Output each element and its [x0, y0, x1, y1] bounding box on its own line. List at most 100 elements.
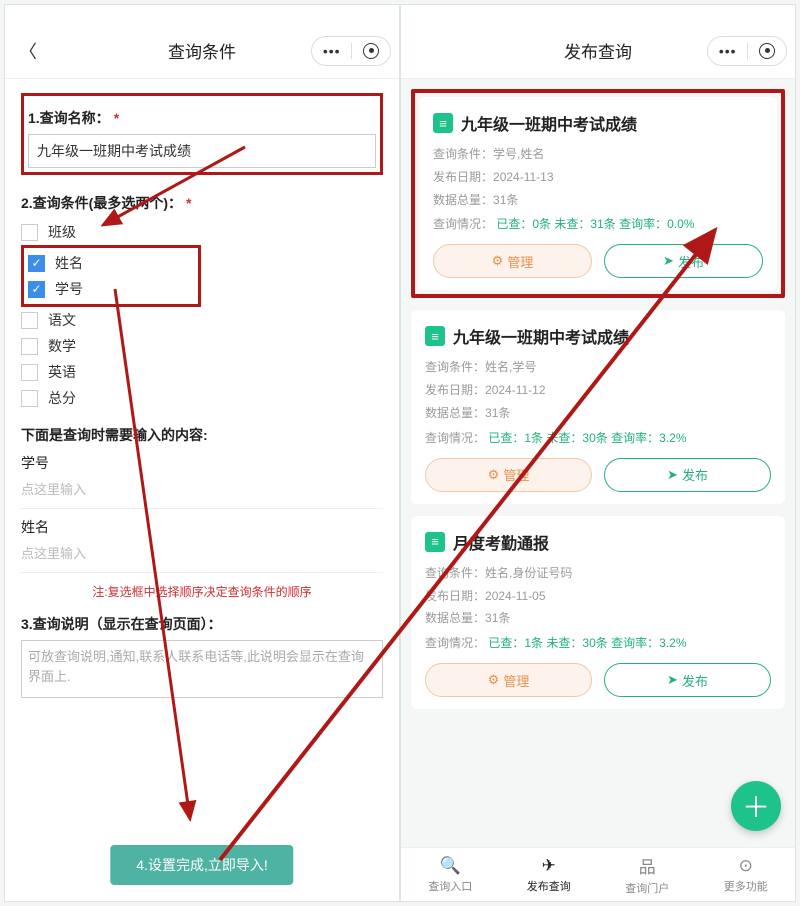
- search-icon: 🔍: [440, 856, 461, 876]
- check-sid[interactable]: ✓学号: [28, 276, 194, 302]
- checkbox-icon[interactable]: ✓: [28, 281, 45, 298]
- section3-label: 3.查询说明（显示在查询页面）：: [21, 614, 383, 634]
- query-card[interactable]: 九年级一班期中考试成绩 查询条件：姓名,学号 发布日期：2024-11-12 数…: [411, 310, 785, 503]
- check-math[interactable]: 数学: [21, 333, 383, 359]
- manage-button[interactable]: ⚙管理: [433, 244, 592, 278]
- capsule-target-icon[interactable]: [759, 43, 775, 59]
- rate-label: 查询率：: [611, 431, 659, 445]
- meta-key: 查询条件：: [425, 566, 485, 580]
- btn-label: 管理: [503, 465, 529, 484]
- tab-entry[interactable]: 🔍 查询入口: [401, 848, 500, 901]
- add-fab[interactable]: ＋: [731, 781, 781, 831]
- check-label: 英语: [48, 362, 76, 382]
- left-body: 1.查询名称：* 2.查询条件(最多选两个)：* 班级 ✓姓名 ✓学号 语文 数…: [5, 79, 399, 901]
- highlight-box-2: ✓ 姓名 ✓学号: [21, 245, 201, 307]
- meta-key: 查询条件：: [433, 147, 493, 161]
- order-note: 注:复选框中选择顺序决定查询条件的顺序: [21, 583, 383, 600]
- query-card[interactable]: 月度考勤通报 查询条件：姓名,身份证号码 发布日期：2024-11-05 数据总…: [411, 516, 785, 709]
- check-class[interactable]: 班级: [21, 219, 383, 245]
- section2-text: 2.查询条件(最多选两个)：: [21, 195, 182, 211]
- mini-program-capsule[interactable]: •••: [311, 36, 391, 66]
- checkbox-icon[interactable]: [21, 312, 38, 329]
- checked-label: 已查：: [496, 217, 532, 231]
- checked-val: 1条: [524, 431, 543, 445]
- card-title: 九年级一班期中考试成绩: [453, 324, 629, 348]
- required-mark: *: [186, 195, 191, 211]
- tab-label: 更多功能: [724, 878, 768, 894]
- checkbox-icon[interactable]: [21, 364, 38, 381]
- query-name-input[interactable]: [28, 134, 376, 168]
- unchecked-label: 未查：: [554, 217, 590, 231]
- back-icon[interactable]: 〈: [19, 38, 37, 64]
- left-header: 〈 查询条件 •••: [5, 23, 399, 79]
- meta-val: 31条: [493, 193, 518, 207]
- card-buttons: ⚙管理 ➤发布: [425, 458, 771, 492]
- description-textarea[interactable]: 可放查询说明,通知,联系人联系电话等,此说明会显示在查询界面上.: [21, 640, 383, 698]
- meta-key: 数据总量：: [425, 611, 485, 625]
- check-label: 姓名: [55, 253, 83, 273]
- import-button[interactable]: 4.设置完成,立即导入!: [110, 845, 293, 885]
- card-stats: 查询情况： 已查：1条 未查：30条 查询率：3.2%: [425, 634, 771, 651]
- section1-text: 1.查询名称：: [28, 110, 110, 126]
- meta-key: 发布日期：: [433, 170, 493, 184]
- meta-val: 2024-11-05: [485, 589, 546, 603]
- checkbox-icon[interactable]: [21, 224, 38, 241]
- tab-portal[interactable]: 品查询门户: [598, 848, 697, 901]
- manage-button[interactable]: ⚙管理: [425, 458, 592, 492]
- checked-val: 1条: [524, 636, 543, 650]
- field-sid-label: 学号: [21, 453, 383, 473]
- manage-button[interactable]: ⚙管理: [425, 663, 592, 697]
- capsule-target-icon[interactable]: [363, 43, 379, 59]
- doc-icon: [433, 113, 453, 133]
- share-icon: ➤: [667, 467, 678, 483]
- unchecked-val: 30条: [582, 636, 607, 650]
- tab-publish[interactable]: ✈发布查询: [500, 848, 599, 901]
- check-label: 班级: [48, 222, 76, 242]
- checkbox-icon[interactable]: [21, 338, 38, 355]
- required-mark: *: [114, 110, 119, 126]
- publish-button[interactable]: ➤发布: [604, 244, 763, 278]
- card-title-row: 九年级一班期中考试成绩: [433, 111, 763, 135]
- query-card[interactable]: 九年级一班期中考试成绩 查询条件：学号,姓名 发布日期：2024-11-13 数…: [419, 97, 777, 290]
- right-body: 九年级一班期中考试成绩 查询条件：学号,姓名 发布日期：2024-11-13 数…: [401, 79, 795, 901]
- check-english[interactable]: 英语: [21, 359, 383, 385]
- field-sid-input[interactable]: 点这里输入: [21, 473, 383, 509]
- input-section-header: 下面是查询时需要输入的内容:: [21, 425, 383, 445]
- publish-button[interactable]: ➤发布: [604, 458, 771, 492]
- rate-val: 3.2%: [659, 636, 686, 650]
- tab-label: 查询入口: [428, 878, 472, 894]
- check-name[interactable]: ✓ 姓名: [28, 250, 194, 276]
- condition-checklist: 班级 ✓ 姓名 ✓学号 语文 数学 英语 总分: [21, 219, 383, 411]
- meta-key: 发布日期：: [425, 589, 485, 603]
- meta-val: 31条: [485, 406, 510, 420]
- rate-label: 查询率：: [611, 636, 659, 650]
- publish-button[interactable]: ➤发布: [604, 663, 771, 697]
- stat-key: 查询情况：: [425, 431, 485, 445]
- unchecked-val: 31条: [590, 217, 615, 231]
- gear-icon: ⚙: [488, 467, 500, 483]
- mini-program-capsule[interactable]: •••: [707, 36, 787, 66]
- check-chinese[interactable]: 语文: [21, 307, 383, 333]
- tab-more[interactable]: ⊙更多功能: [697, 848, 796, 901]
- btn-label: 管理: [503, 671, 529, 690]
- more-dots-icon[interactable]: •••: [719, 43, 737, 59]
- doc-icon: [425, 532, 445, 552]
- unchecked-val: 30条: [582, 431, 607, 445]
- card-title-row: 月度考勤通报: [425, 530, 771, 554]
- meta-val: 2024-11-12: [485, 383, 546, 397]
- highlight-box-1: 1.查询名称：*: [21, 93, 383, 175]
- card-title: 九年级一班期中考试成绩: [461, 111, 637, 135]
- sitemap-icon: 品: [639, 853, 656, 878]
- checkbox-icon[interactable]: ✓: [28, 255, 45, 272]
- left-title: 查询条件: [168, 38, 236, 63]
- card-buttons: ⚙管理 ➤发布: [433, 244, 763, 278]
- rate-val: 3.2%: [659, 431, 686, 445]
- checkbox-icon[interactable]: [21, 390, 38, 407]
- card-meta: 查询条件：姓名,学号 发布日期：2024-11-12 数据总量：31条: [425, 356, 771, 424]
- card-meta: 查询条件：姓名,身份证号码 发布日期：2024-11-05 数据总量：31条: [425, 562, 771, 630]
- more-dots-icon[interactable]: •••: [323, 43, 341, 59]
- field-name-input[interactable]: 点这里输入: [21, 537, 383, 573]
- meta-key: 数据总量：: [433, 193, 493, 207]
- right-title: 发布查询: [564, 38, 632, 63]
- check-total[interactable]: 总分: [21, 385, 383, 411]
